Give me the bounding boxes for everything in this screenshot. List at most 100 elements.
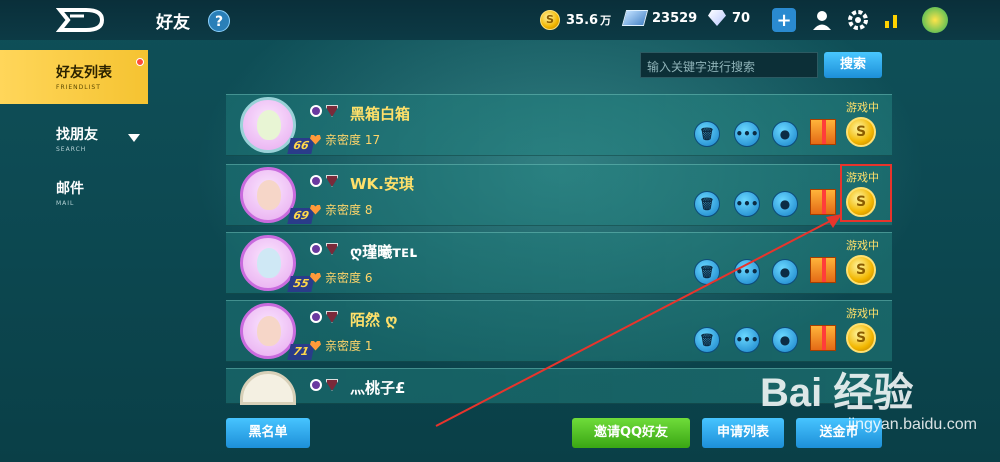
heart-icon <box>310 204 321 215</box>
sidebar-item-search[interactable]: 找朋友 SEARCH <box>0 112 148 166</box>
qq-icon[interactable]: ● <box>772 259 798 285</box>
avatar[interactable]: 71 <box>240 303 315 360</box>
friend-name: 灬桃子£ <box>350 379 406 397</box>
sidebar: 好友列表 FRIENDLIST 找朋友 SEARCH 邮件 MAIL <box>0 50 148 220</box>
help-icon[interactable]: ? <box>208 10 230 32</box>
friend-name: ღ瑾曦ᴛᴇʟ <box>350 243 418 261</box>
friend-name: WK.安琪 <box>350 175 414 193</box>
gift-icon[interactable] <box>810 325 836 351</box>
team-icon <box>326 311 338 323</box>
notification-dot <box>136 58 144 66</box>
chevron-down-icon <box>128 134 140 142</box>
sidebar-item-friendlist[interactable]: 好友列表 FRIENDLIST <box>0 50 148 104</box>
chat-icon[interactable]: ••• <box>734 121 760 147</box>
heart-icon <box>310 340 321 351</box>
delete-icon[interactable]: 🗑 <box>694 191 720 217</box>
delete-icon[interactable]: 🗑 <box>694 259 720 285</box>
friend-row: 69 WK.安琪 亲密度 8 🗑 ••• ● S 游戏中 <box>226 164 892 226</box>
add-icon[interactable]: + <box>772 8 796 32</box>
watermark-sub: jingyan.baidu.com <box>848 416 977 433</box>
ticket-amount: 23529 <box>652 10 698 26</box>
friends-icon[interactable] <box>810 8 834 32</box>
rank-icon <box>310 379 322 391</box>
sidebar-item-mail[interactable]: 邮件 MAIL <box>0 166 148 220</box>
rank-icon <box>310 243 322 255</box>
qq-icon[interactable]: ● <box>772 121 798 147</box>
coin-unit: 万 <box>600 14 612 27</box>
rank-icons <box>310 105 338 117</box>
status-text: 游戏中 <box>846 101 879 114</box>
avatar[interactable]: 66 <box>240 97 315 154</box>
delete-icon[interactable]: 🗑 <box>694 121 720 147</box>
sidebar-item-sublabel: FRIENDLIST <box>56 84 101 91</box>
heart-icon <box>310 134 321 145</box>
coin-icon: S <box>540 10 560 30</box>
diamond-icon <box>708 10 726 26</box>
rank-icons <box>310 243 338 255</box>
blacklist-button[interactable]: 黑名单 <box>226 418 310 448</box>
highlight-box <box>840 164 892 222</box>
sidebar-item-label: 好友列表 <box>56 65 112 81</box>
rank-icons <box>310 175 338 187</box>
coin-balance: S 35.6 万 <box>540 10 611 30</box>
ticket-balance: 23529 <box>621 10 698 26</box>
status-text: 游戏中 <box>846 307 879 320</box>
rank-icon <box>310 105 322 117</box>
avatar[interactable] <box>240 371 296 405</box>
gift-icon[interactable] <box>810 189 836 215</box>
send-gold-icon[interactable]: S <box>846 323 876 353</box>
ticket-icon <box>621 10 649 26</box>
team-icon <box>326 379 338 391</box>
game-screen: 好友 ? S 35.6万 23529 70 + 好友列表 FRIENDLIST <box>0 0 1000 462</box>
intimacy: 亲密度 17 <box>310 131 380 148</box>
sidebar-item-sublabel: SEARCH <box>56 146 87 153</box>
send-gold-icon[interactable]: S <box>846 255 876 285</box>
gear-icon[interactable] <box>846 8 870 32</box>
search-input[interactable]: 输入关键字进行搜索 <box>640 52 818 78</box>
rank-icon <box>310 175 322 187</box>
intimacy-text: 亲密度 1 <box>325 339 373 353</box>
friend-row: 66 黑箱白箱 亲密度 17 🗑 ••• ● S 游戏中 <box>226 94 892 156</box>
avatar[interactable]: 69 <box>240 167 315 224</box>
chat-icon[interactable]: ••• <box>734 259 760 285</box>
diamond-balance: 70 <box>708 10 750 26</box>
intimacy: 亲密度 8 <box>310 201 372 218</box>
player-avatar-icon[interactable] <box>922 7 948 33</box>
rank-icons <box>310 311 338 323</box>
rank-icon <box>310 311 322 323</box>
friend-row: 55 ღ瑾曦ᴛᴇʟ 亲密度 6 🗑 ••• ● S 游戏中 <box>226 232 892 294</box>
top-bar: 好友 ? S 35.6 万 23529 70 + <box>0 0 1000 40</box>
team-icon <box>326 243 338 255</box>
page-title: 好友 <box>156 13 190 33</box>
qq-icon[interactable]: ● <box>772 327 798 353</box>
send-gold-icon[interactable]: S <box>846 117 876 147</box>
watermark: Bai 经验 <box>760 371 914 415</box>
delete-icon[interactable]: 🗑 <box>694 327 720 353</box>
team-icon <box>326 105 338 117</box>
requests-button[interactable]: 申请列表 <box>702 418 784 448</box>
chat-icon[interactable]: ••• <box>734 327 760 353</box>
signal-icon <box>880 8 904 32</box>
friend-name: 陌然 ღ <box>350 311 398 329</box>
rank-icons <box>310 379 338 391</box>
sidebar-item-label: 邮件 <box>56 181 84 197</box>
avatar[interactable]: 55 <box>240 235 315 292</box>
chat-icon[interactable]: ••• <box>734 191 760 217</box>
back-logo-icon[interactable] <box>56 6 108 34</box>
invite-qq-button[interactable]: 邀请QQ好友 <box>572 418 690 448</box>
friend-name: 黑箱白箱 <box>350 105 411 123</box>
sidebar-item-sublabel: MAIL <box>56 200 75 207</box>
search-button[interactable]: 搜索 <box>824 52 882 78</box>
heart-icon <box>310 272 321 283</box>
intimacy-text: 亲密度 17 <box>325 133 381 147</box>
coin-amount: 35.6 <box>566 12 599 28</box>
intimacy: 亲密度 1 <box>310 337 372 354</box>
team-icon <box>326 175 338 187</box>
intimacy: 亲密度 6 <box>310 269 372 286</box>
gift-icon[interactable] <box>810 119 836 145</box>
intimacy-text: 亲密度 6 <box>325 271 373 285</box>
qq-icon[interactable]: ● <box>772 191 798 217</box>
gift-icon[interactable] <box>810 257 836 283</box>
intimacy-text: 亲密度 8 <box>325 203 373 217</box>
friend-row: 71 陌然 ღ 亲密度 1 🗑 ••• ● S 游戏中 <box>226 300 892 362</box>
